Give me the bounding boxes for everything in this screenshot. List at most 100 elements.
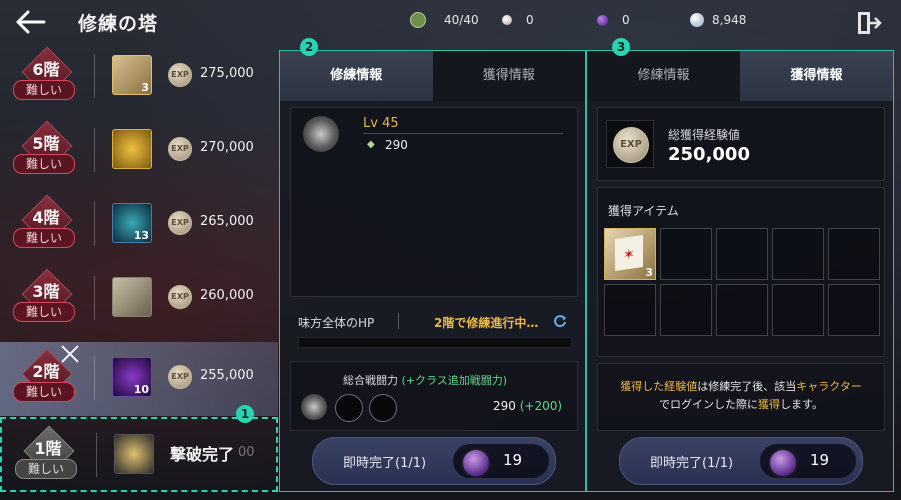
empty-item-slot [660, 284, 712, 336]
crossed-swords-icon [61, 345, 79, 363]
reward-item-stone-icon[interactable]: 3 [112, 55, 152, 95]
power-total: 290 (+200) [493, 399, 562, 413]
exp-icon: EXP [168, 365, 192, 389]
header: 修練の塔 40/40 0 0 8,948 [0, 0, 901, 44]
purple-gem-icon [597, 14, 608, 26]
gem-value: 0 [622, 13, 630, 27]
notice-box: 獲得した経験値は修練完了後、該当キャラクター でログインした際に獲得します。 [597, 363, 885, 431]
reward-item-ring-icon[interactable] [114, 434, 154, 474]
floor-row-2[interactable]: 2階 難しい 10 EXP 255,000 [0, 342, 278, 416]
item-count: 10 [133, 383, 149, 396]
tab-reward-info[interactable]: 獲得情報 [740, 51, 893, 101]
divider [94, 54, 95, 98]
divider [94, 276, 95, 320]
empty-item-slot [772, 228, 824, 280]
potion-icon [768, 448, 798, 478]
empty-item-slot [660, 228, 712, 280]
floor-row-3[interactable]: 3階 難しい EXP 260,000 [0, 262, 278, 336]
reward-item-chalice-icon[interactable] [112, 129, 152, 169]
item-count: 3 [141, 81, 149, 94]
button-label: 即時完了(1/1) [343, 456, 427, 471]
reward-info-panel: 修練情報 獲得情報 EXP 総獲得経験値 250,000 獲得アイテム ✶ 3 … [586, 50, 894, 492]
exp-value: 255,000 [200, 368, 254, 383]
power-value: 290 [493, 399, 516, 413]
training-info-panel: 修練情報 獲得情報 Lv 45 ◆ 290 味方全体のHP 2階で修練進行中… … [279, 50, 586, 492]
floor-number: 5階 [32, 134, 60, 153]
power-label: 総合戦闘力 (+クラス追加戦闘力) [343, 372, 507, 388]
floor-badge: 5階 難しい [10, 120, 78, 182]
back-arrow-icon[interactable] [14, 8, 46, 36]
power-bonus-label: (+クラス追加戦闘力) [401, 374, 508, 387]
empty-item-slot [716, 284, 768, 336]
instant-complete-button[interactable]: 即時完了(1/1) 19 [619, 437, 863, 485]
notice-text-part: します。 [780, 398, 823, 411]
notice-text-part: は修練完了後、該当 [697, 380, 797, 393]
total-exp-box: EXP 総獲得経験値 250,000 [597, 107, 885, 181]
total-exp-label: 総獲得経験値 [668, 128, 741, 142]
pearl-icon [502, 15, 512, 25]
exp-value: 260,000 [200, 288, 254, 303]
empty-slot[interactable] [335, 394, 363, 422]
items-box: 獲得アイテム ✶ 3 [597, 187, 885, 357]
floor-row-5[interactable]: 5階 難しい EXP 270,000 [0, 114, 278, 188]
notice-highlight: 獲得した経験値 [620, 380, 698, 393]
exp-value: 265,000 [200, 214, 254, 229]
difficulty-badge: 難しい [13, 80, 75, 100]
notice-highlight: キャラクター [796, 380, 862, 393]
floor-badge: 3階 難しい [10, 268, 78, 330]
button-label: 即時完了(1/1) [650, 456, 734, 471]
empty-item-slot [828, 228, 880, 280]
exp-icon: EXP [168, 285, 192, 309]
items-label: 獲得アイテム [608, 204, 679, 218]
floor-row-4[interactable]: 4階 難しい 13 EXP 265,000 [0, 188, 278, 262]
floor-badge: 1階 難しい [12, 425, 80, 487]
divider [398, 313, 399, 329]
exit-icon[interactable] [856, 11, 882, 35]
character-box: Lv 45 ◆ 290 [290, 107, 578, 297]
item-count: 3 [645, 266, 653, 279]
floor-number: 3階 [32, 282, 60, 301]
power-bonus: (+200) [519, 399, 563, 413]
tab-training-info[interactable]: 修練情報 [280, 51, 433, 101]
floor-number: 4階 [32, 208, 60, 227]
exp-value-partial: 00 [238, 445, 255, 460]
floor-row-1[interactable]: 1階 難しい 撃破完了 00 [0, 417, 278, 492]
exp-icon: EXP [168, 63, 192, 87]
page-title: 修練の塔 [78, 13, 159, 35]
tab-training-info[interactable]: 修練情報 [587, 51, 740, 101]
refresh-icon[interactable] [553, 314, 567, 328]
floor-badge: 4階 難しい [10, 194, 78, 256]
exp-frame: EXP [606, 120, 654, 168]
resource-gem: 0 [597, 10, 630, 30]
stamina-value: 40/40 [444, 13, 479, 27]
floor-row-6[interactable]: 6階 難しい 3 EXP 275,000 [0, 40, 278, 114]
character-power: 290 [385, 138, 408, 152]
lion-emblem-icon [303, 116, 339, 152]
power-label-text: 総合戦闘力 [343, 374, 398, 387]
reward-scroll-icon[interactable]: ✶ 3 [604, 228, 656, 280]
notice-text: 獲得した経験値は修練完了後、該当キャラクター でログインした際に獲得します。 [606, 378, 876, 414]
power-icon: ◆ [367, 139, 375, 150]
marker-3: 3 [612, 38, 630, 56]
divider [363, 133, 563, 134]
stamina-icon [410, 12, 426, 28]
floor-badge: 6階 難しい [10, 46, 78, 108]
exp-icon: EXP [613, 127, 649, 163]
reward-item-stone-icon[interactable] [112, 277, 152, 317]
exp-value: 270,000 [200, 140, 254, 155]
silver-value: 8,948 [712, 13, 747, 27]
difficulty-badge: 難しい [13, 382, 75, 402]
training-status: 2階で修練進行中… [434, 316, 539, 330]
divider [94, 202, 95, 246]
item-count: 13 [133, 229, 149, 242]
empty-slot[interactable] [369, 394, 397, 422]
reward-item-purple-gem-icon[interactable]: 10 [112, 357, 152, 397]
instant-complete-button[interactable]: 即時完了(1/1) 19 [312, 437, 556, 485]
resource-silver: 8,948 [690, 10, 746, 30]
reward-item-green-gem-icon[interactable]: 13 [112, 203, 152, 243]
difficulty-badge: 難しい [13, 154, 75, 174]
empty-item-slot [604, 284, 656, 336]
difficulty-badge: 難しい [13, 302, 75, 322]
tab-reward-info[interactable]: 獲得情報 [432, 51, 585, 101]
resource-stamina: 40/40 [410, 10, 479, 30]
